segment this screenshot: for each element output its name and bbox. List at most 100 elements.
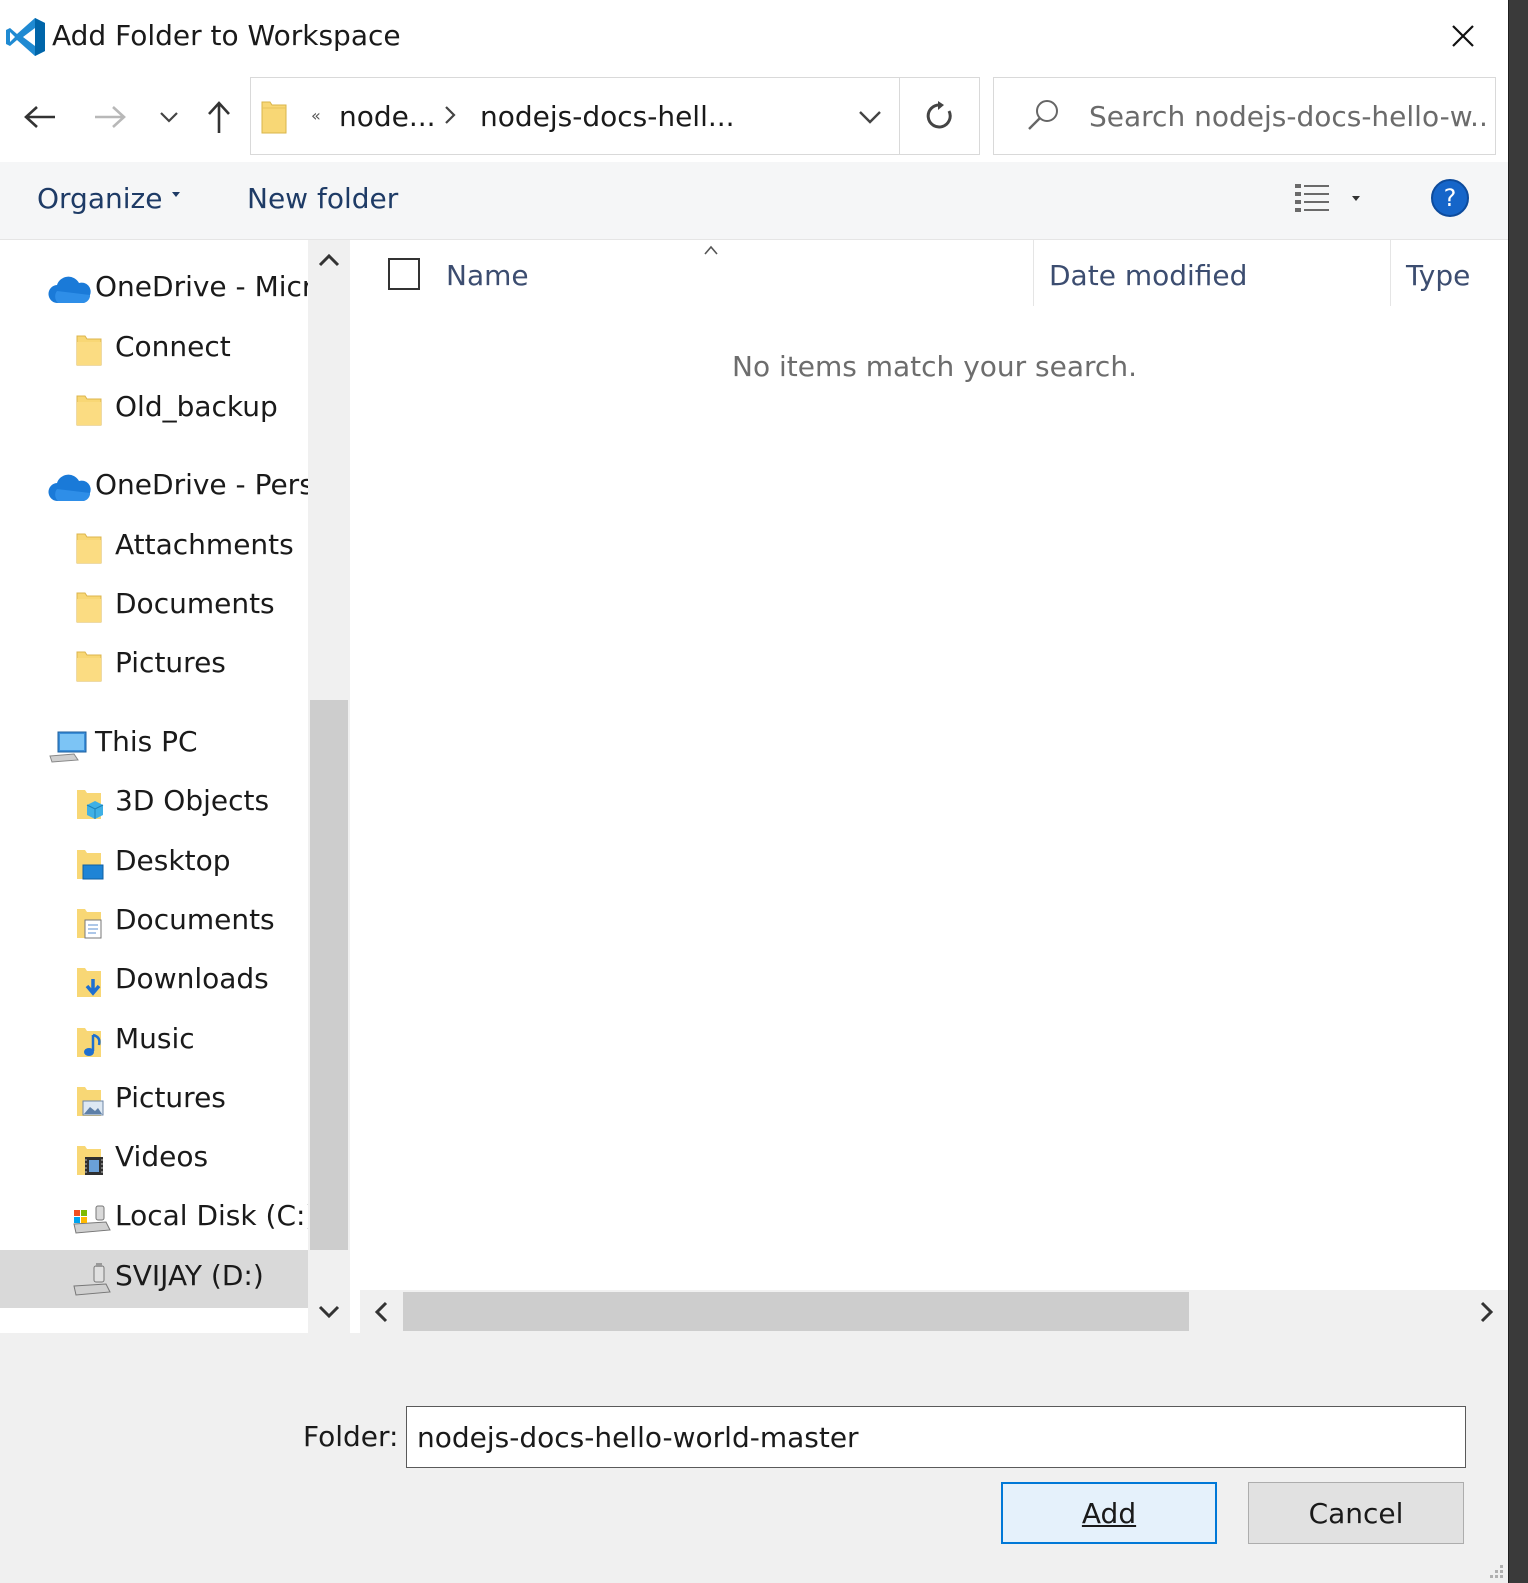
nav-item-documents[interactable]: Documents xyxy=(0,578,308,636)
nav-item-onedrive-perso[interactable]: OneDrive - Perso xyxy=(0,459,308,517)
chevron-down-icon xyxy=(859,111,881,124)
nav-item-music[interactable]: Music xyxy=(0,1013,308,1071)
back-button[interactable] xyxy=(14,92,66,142)
nav-item-label: This PC xyxy=(95,725,198,758)
folder-icon xyxy=(75,531,109,564)
add-button[interactable]: Add xyxy=(1001,1482,1217,1544)
navigation-bar: « node... nodejs-docs-hell... xyxy=(0,74,1508,162)
search-box[interactable] xyxy=(993,77,1496,155)
nav-item-label: Connect xyxy=(115,330,231,363)
local-disk-icon xyxy=(70,1202,111,1234)
nav-item-svijay-d[interactable]: SVIJAY (D:) xyxy=(0,1250,308,1308)
nav-item-local-disk-c[interactable]: Local Disk (C:) xyxy=(0,1190,308,1248)
chevron-right-icon[interactable] xyxy=(443,104,457,126)
breadcrumb-overflow[interactable]: « xyxy=(311,106,321,125)
column-header-date-modified[interactable]: Date modified xyxy=(1049,240,1247,310)
vscode-icon xyxy=(6,18,45,56)
nav-item-3d-objects[interactable]: 3D Objects xyxy=(0,775,308,833)
dialog-title: Add Folder to Workspace xyxy=(52,19,401,52)
nav-item-label: Pictures xyxy=(115,1081,226,1114)
nav-pane-scroll-thumb[interactable] xyxy=(310,700,348,1250)
nav-item-old-backup[interactable]: Old_backup xyxy=(0,381,308,439)
column-separator[interactable] xyxy=(1033,240,1034,306)
arrow-left-icon xyxy=(24,106,55,128)
resize-grip-icon[interactable] xyxy=(1488,1563,1504,1579)
arrow-up-icon xyxy=(208,101,230,133)
nav-item-videos[interactable]: Videos xyxy=(0,1131,308,1189)
pictures-folder-icon xyxy=(75,1084,109,1116)
nav-item-desktop[interactable]: Desktop xyxy=(0,835,308,893)
arrow-right-icon xyxy=(95,106,126,128)
close-button[interactable] xyxy=(1438,12,1488,60)
caret-down-icon xyxy=(172,191,181,197)
nav-item-connect[interactable]: Connect xyxy=(0,321,308,379)
address-divider xyxy=(899,78,900,154)
address-history-button[interactable] xyxy=(841,92,899,142)
nav-item-pictures[interactable]: Pictures xyxy=(0,1072,308,1130)
chevron-down-icon xyxy=(318,1305,340,1319)
nav-item-attachments[interactable]: Attachments xyxy=(0,519,308,577)
close-icon xyxy=(1452,25,1474,47)
usb-drive-icon xyxy=(70,1262,111,1296)
scroll-left-button[interactable] xyxy=(360,1290,402,1333)
forward-button[interactable] xyxy=(84,92,136,142)
scroll-down-button[interactable] xyxy=(308,1292,350,1332)
nav-item-pictures[interactable]: Pictures xyxy=(0,637,308,695)
address-bar[interactable]: « node... nodejs-docs-hell... xyxy=(250,77,980,155)
search-input[interactable] xyxy=(1089,96,1489,136)
refresh-icon xyxy=(926,101,952,129)
recent-locations-button[interactable] xyxy=(152,92,186,142)
pane-splitter[interactable] xyxy=(350,240,360,1333)
details-view-icon[interactable] xyxy=(1293,182,1331,214)
nav-item-label: Old_backup xyxy=(115,390,278,423)
folder-label: Folder: xyxy=(303,1420,399,1453)
folder-icon xyxy=(75,649,109,682)
cancel-button[interactable]: Cancel xyxy=(1248,1482,1464,1544)
view-options-dropdown[interactable] xyxy=(1352,196,1360,201)
column-separator[interactable] xyxy=(1390,240,1391,306)
nav-item-this-pc[interactable]: This PC xyxy=(0,716,308,774)
music-folder-icon xyxy=(75,1025,109,1057)
desktop-folder-icon xyxy=(75,847,109,880)
organize-button[interactable]: Organize xyxy=(37,182,181,215)
nav-item-label: Documents xyxy=(115,587,275,620)
onedrive-icon xyxy=(48,275,91,307)
documents-folder-icon xyxy=(75,906,109,939)
chevron-left-icon xyxy=(374,1301,388,1322)
file-list: Name Date modified Type No items match y… xyxy=(360,240,1508,1290)
nav-item-label: Desktop xyxy=(115,844,231,877)
folder-icon xyxy=(75,393,109,426)
sort-ascending-icon xyxy=(704,245,718,255)
select-all-checkbox[interactable] xyxy=(388,258,420,290)
horizontal-scroll-thumb[interactable] xyxy=(403,1292,1189,1331)
nav-item-documents[interactable]: Documents xyxy=(0,894,308,952)
column-header-name[interactable]: Name xyxy=(446,240,529,310)
chevron-down-icon xyxy=(160,112,178,123)
nav-item-label: Music xyxy=(115,1022,195,1055)
breadcrumb-item-current[interactable]: nodejs-docs-hell... xyxy=(480,100,735,133)
nav-pane-scrollbar[interactable] xyxy=(308,240,350,1333)
column-header-type[interactable]: Type xyxy=(1406,240,1470,310)
up-button[interactable] xyxy=(198,92,240,142)
file-list-horizontal-scrollbar[interactable] xyxy=(360,1290,1508,1333)
this-pc-icon xyxy=(48,730,87,763)
nav-item-label: OneDrive - Perso xyxy=(95,468,308,501)
folder-icon xyxy=(75,590,109,623)
nav-item-downloads[interactable]: Downloads xyxy=(0,953,308,1011)
nav-item-label: Local Disk (C:) xyxy=(115,1199,308,1232)
breadcrumb-item-parent[interactable]: node... xyxy=(339,100,436,133)
folder-name-input[interactable] xyxy=(406,1406,1466,1468)
scroll-up-button[interactable] xyxy=(308,240,350,280)
nav-item-label: 3D Objects xyxy=(115,784,270,817)
navigation-pane: OneDrive - Micro Connect Old_backup OneDriv… xyxy=(0,240,308,1333)
scroll-right-button[interactable] xyxy=(1466,1290,1508,1333)
chevron-up-icon xyxy=(318,253,340,267)
refresh-button[interactable] xyxy=(901,78,979,154)
new-folder-button[interactable]: New folder xyxy=(247,182,398,215)
downloads-folder-icon xyxy=(75,965,109,997)
nav-item-onedrive-micro[interactable]: OneDrive - Micro xyxy=(0,261,308,319)
add-folder-dialog: Add Folder to Workspace « node... nodejs… xyxy=(0,0,1509,1583)
help-button[interactable]: ? xyxy=(1431,179,1469,217)
folder-icon xyxy=(261,101,287,134)
nav-item-label: Pictures xyxy=(115,646,226,679)
